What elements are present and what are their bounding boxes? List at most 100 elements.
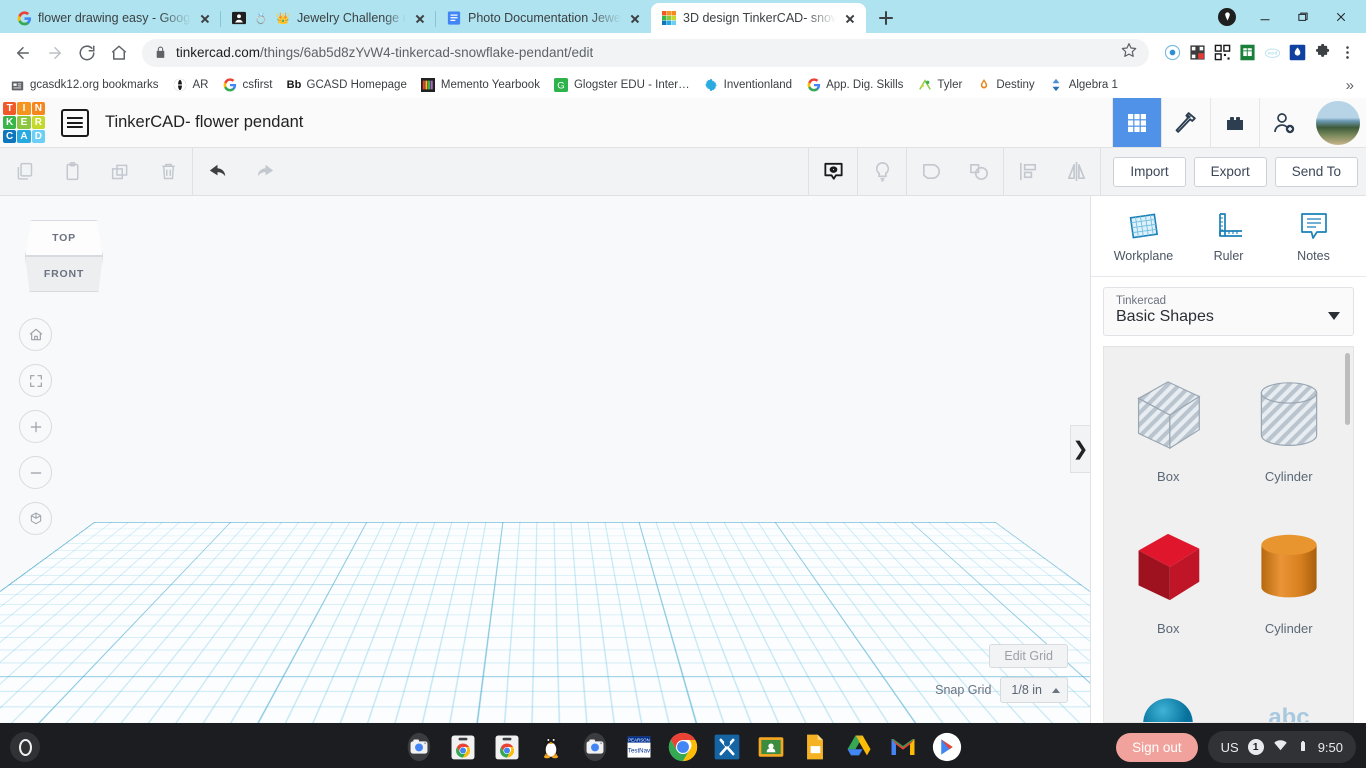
send-to-button[interactable]: Send To: [1275, 157, 1358, 187]
bookmark-item[interactable]: Algebra 1: [1049, 78, 1118, 93]
codeblocks-hammer-icon[interactable]: [1161, 98, 1210, 147]
import-button[interactable]: Import: [1113, 157, 1185, 187]
bookmark-item[interactable]: gcasdk12.org bookmarks: [10, 78, 158, 93]
notes-tool[interactable]: Notes: [1276, 210, 1352, 263]
reload-button[interactable]: [72, 38, 102, 68]
show-hide-eye-icon[interactable]: [809, 148, 857, 196]
pearson-testnav-icon[interactable]: PEARSONTestNav: [622, 730, 656, 764]
maximize-button[interactable]: [1284, 0, 1322, 33]
undo-icon[interactable]: [193, 148, 241, 196]
tinkercad-logo[interactable]: T I N K E R C A D: [1, 100, 47, 145]
shape-library-select[interactable]: Tinkercad Basic Shapes: [1103, 287, 1354, 336]
ruler-tool[interactable]: Ruler: [1191, 210, 1267, 263]
xtramath-icon[interactable]: [710, 730, 744, 764]
collapse-panel-button[interactable]: ❯: [1070, 425, 1090, 473]
bookmark-item[interactable]: AR: [172, 78, 208, 93]
chrome-app-2-icon[interactable]: [490, 730, 524, 764]
address-bar[interactable]: tinkercad.com/things/6ab5d8zYvW4-tinkerc…: [142, 39, 1149, 67]
shape-item[interactable]: abc: [1229, 665, 1350, 723]
shapes-gallery[interactable]: Box Cylinder: [1103, 346, 1354, 723]
bookmark-star-icon[interactable]: [1121, 42, 1137, 63]
close-icon[interactable]: [627, 10, 643, 26]
blue-diamond-icon[interactable]: [1286, 42, 1308, 64]
redo-icon[interactable]: [241, 148, 289, 196]
duplicate-icon[interactable]: [96, 148, 144, 196]
launcher-icon[interactable]: [10, 732, 40, 762]
shape-item[interactable]: Cylinder: [1229, 513, 1350, 665]
snap-grid-select[interactable]: 1/8 in: [1000, 677, 1068, 703]
fit-to-view-icon[interactable]: [19, 364, 52, 397]
sheets-green-icon[interactable]: [1236, 42, 1258, 64]
shape-item[interactable]: Cylinder: [1229, 361, 1350, 513]
viewcube-front-face[interactable]: FRONT: [25, 256, 103, 292]
workplane-tool[interactable]: Workplane: [1106, 210, 1182, 263]
back-button[interactable]: [8, 38, 38, 68]
paste-icon[interactable]: [48, 148, 96, 196]
status-tray[interactable]: US 1 9:50: [1208, 731, 1356, 763]
ortho-perspective-icon[interactable]: [19, 502, 52, 535]
bookmark-item[interactable]: Bb GCASD Homepage: [287, 78, 407, 93]
copy-icon[interactable]: [0, 148, 48, 196]
delete-icon[interactable]: [144, 148, 192, 196]
bookmark-item[interactable]: Inventionland: [704, 78, 792, 93]
close-window-button[interactable]: [1322, 0, 1360, 33]
qr-scan-icon[interactable]: [1186, 42, 1208, 64]
sign-out-button[interactable]: Sign out: [1116, 733, 1198, 762]
light-bulb-icon[interactable]: [858, 148, 906, 196]
grid-apps-icon[interactable]: [1112, 98, 1161, 147]
bookmark-item[interactable]: App. Dig. Skills: [806, 78, 903, 93]
close-icon[interactable]: [412, 10, 428, 26]
mirror-icon[interactable]: [1052, 148, 1100, 196]
bookmark-item[interactable]: Destiny: [976, 78, 1034, 93]
linux-terminal-icon[interactable]: [534, 730, 568, 764]
three-dot-menu-icon[interactable]: [1336, 42, 1358, 64]
google-drive-icon[interactable]: [842, 730, 876, 764]
ungroup-icon[interactable]: [955, 148, 1003, 196]
bookmark-item[interactable]: Memento Yearbook: [421, 78, 540, 93]
puzzle-icon[interactable]: [1311, 42, 1333, 64]
qr-code-icon[interactable]: [1211, 42, 1233, 64]
edit-grid-button[interactable]: Edit Grid: [989, 644, 1068, 668]
close-icon[interactable]: [842, 10, 858, 26]
gallery-scrollbar[interactable]: [1345, 353, 1350, 425]
home-button[interactable]: [104, 38, 134, 68]
new-tab-button[interactable]: [872, 4, 900, 32]
camera-icon[interactable]: [402, 730, 436, 764]
gmail-icon[interactable]: [886, 730, 920, 764]
group-icon[interactable]: [907, 148, 955, 196]
chrome-app-icon[interactable]: [446, 730, 480, 764]
project-menu-icon[interactable]: [61, 109, 89, 137]
bookmarks-overflow-button[interactable]: »: [1346, 77, 1356, 94]
avatar[interactable]: [1316, 101, 1360, 145]
word-cloud-icon[interactable]: word: [1261, 42, 1283, 64]
forward-button[interactable]: [40, 38, 70, 68]
google-classroom-icon[interactable]: [754, 730, 788, 764]
profile-avatar-button[interactable]: [1208, 0, 1246, 33]
shape-item[interactable]: [1108, 665, 1229, 723]
home-view-icon[interactable]: [19, 318, 52, 351]
play-store-icon[interactable]: [930, 730, 964, 764]
shape-item[interactable]: Box: [1108, 513, 1229, 665]
shape-item[interactable]: Box: [1108, 361, 1229, 513]
3d-canvas[interactable]: TOP FRONT ❯ Edit Grid Snap Grid: [0, 196, 1090, 723]
bookmark-item[interactable]: G Glogster EDU - Inter…: [554, 78, 690, 93]
bookmark-item[interactable]: Tyler: [917, 78, 962, 93]
close-icon[interactable]: [197, 10, 213, 26]
camera-2-icon[interactable]: [578, 730, 612, 764]
zoom-out-icon[interactable]: [19, 456, 52, 489]
browser-tab[interactable]: Photo Documentation Jewelry C: [436, 3, 651, 33]
browser-tab[interactable]: 💍 👑 Jewelry Challenge using T: [221, 3, 436, 33]
browser-tab-active[interactable]: 3D design TinkerCAD- snowflake: [651, 3, 866, 33]
browser-tab[interactable]: flower drawing easy - Google Se: [6, 3, 221, 33]
chrome-icon[interactable]: [666, 730, 700, 764]
view-cube[interactable]: TOP FRONT: [25, 220, 103, 292]
viewcube-top-face[interactable]: TOP: [25, 220, 103, 256]
workplane-grid[interactable]: [0, 196, 1090, 522]
align-icon[interactable]: [1004, 148, 1052, 196]
blocks-icon[interactable]: [1210, 98, 1259, 147]
minimize-button[interactable]: [1246, 0, 1284, 33]
record-icon[interactable]: [1161, 42, 1183, 64]
export-button[interactable]: Export: [1194, 157, 1267, 187]
zoom-in-icon[interactable]: [19, 410, 52, 443]
add-person-icon[interactable]: [1259, 98, 1308, 147]
